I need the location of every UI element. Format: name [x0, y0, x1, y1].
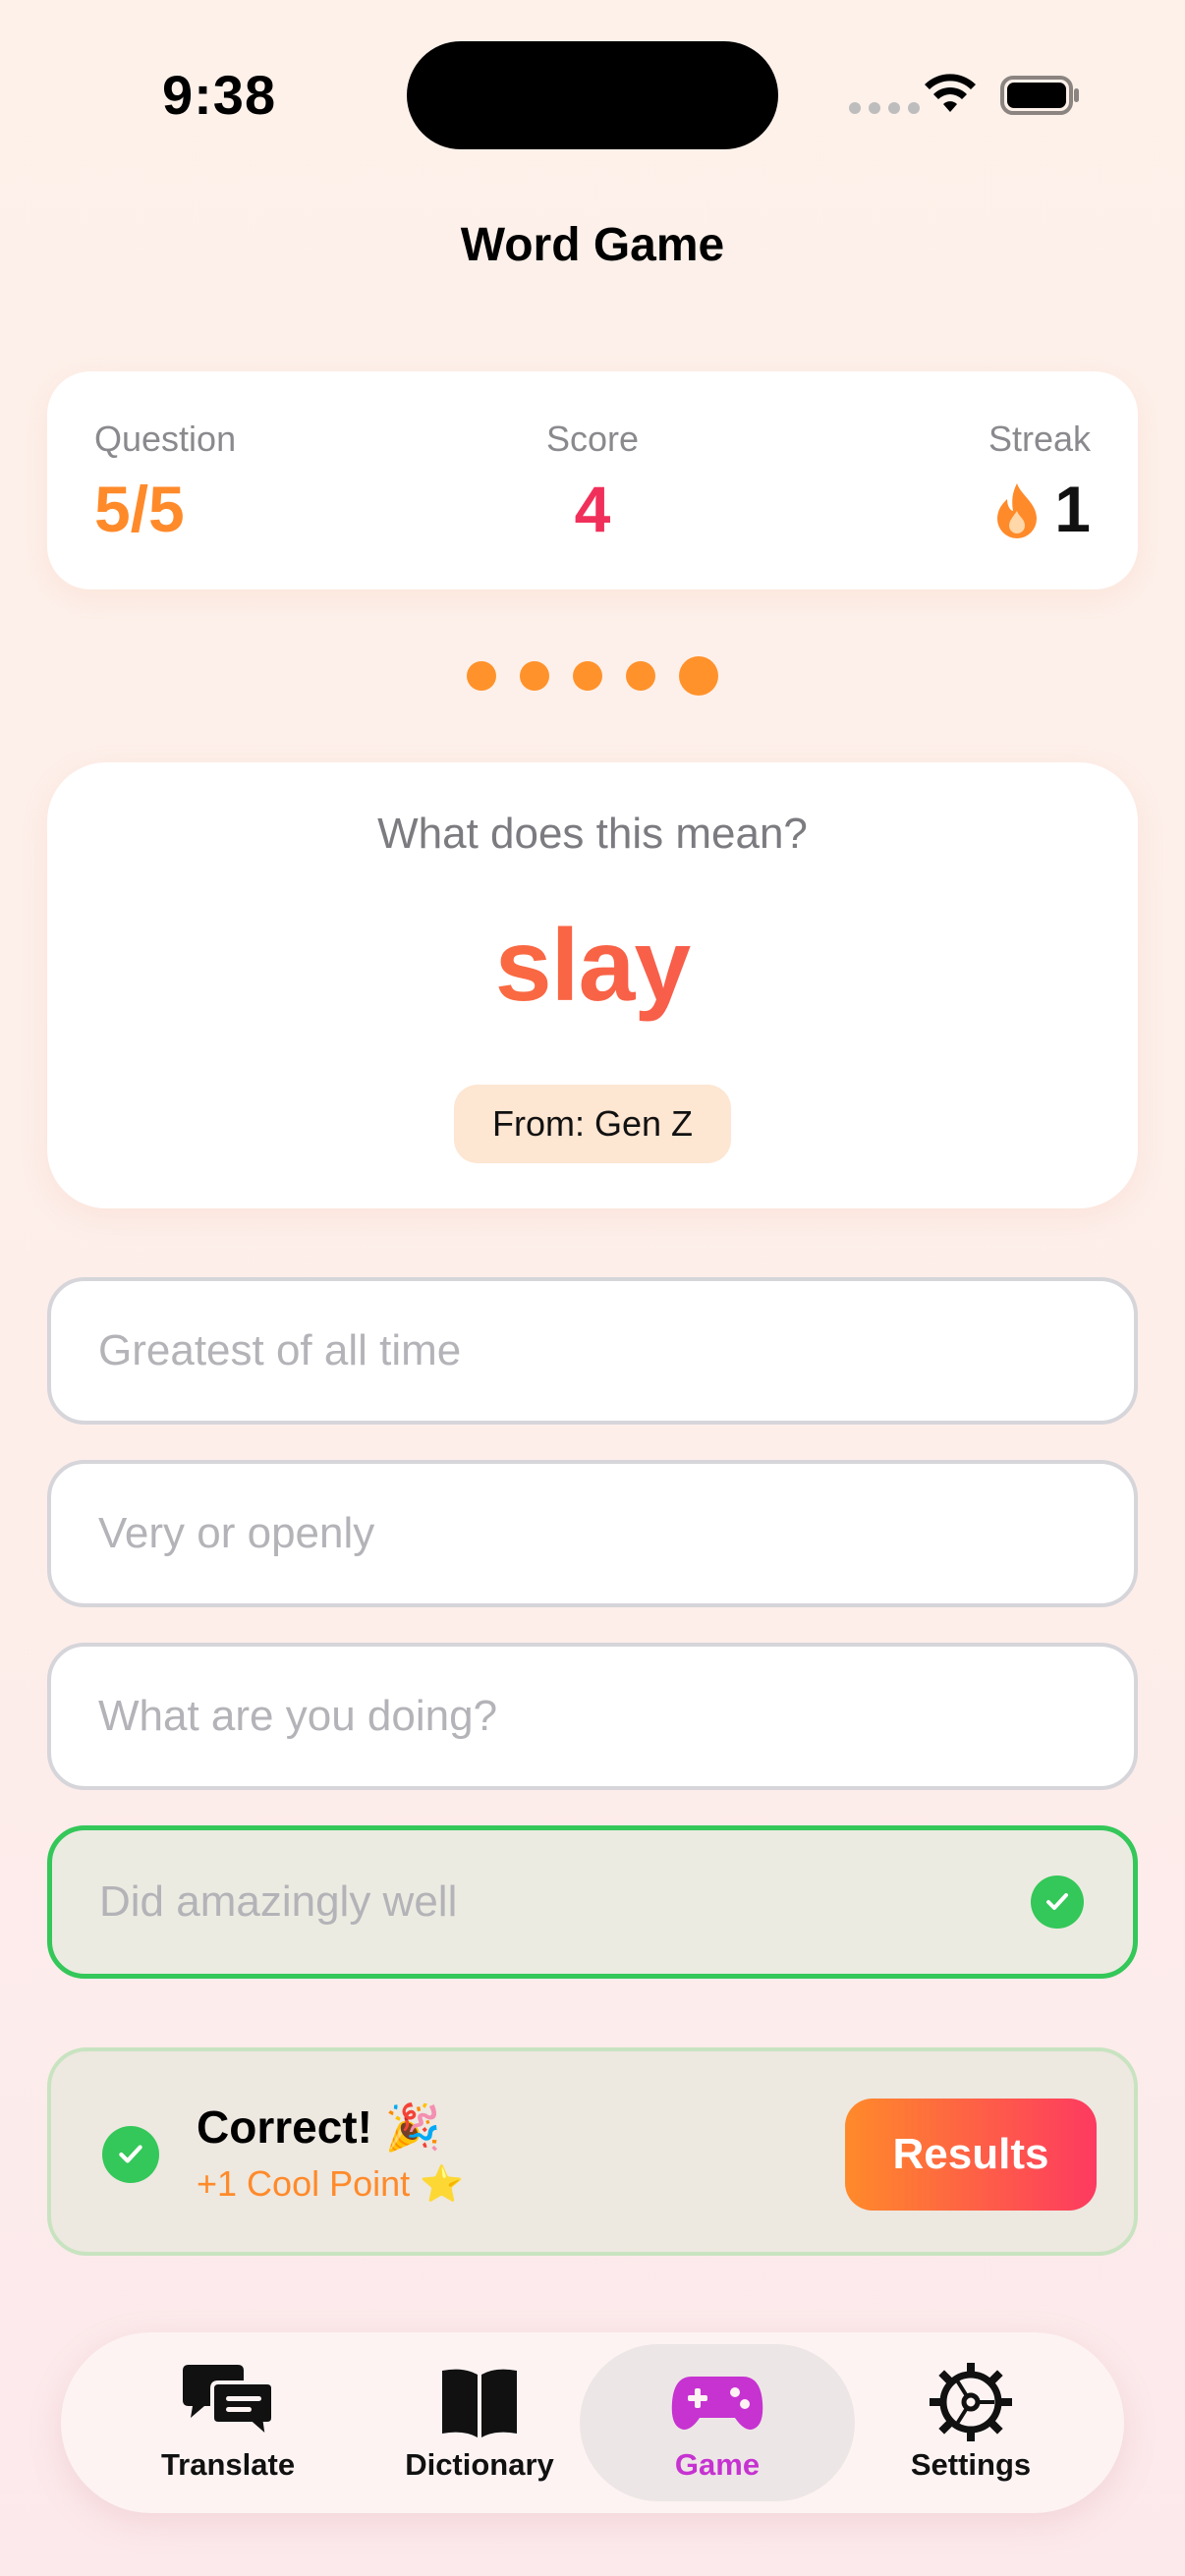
answer-option-correct[interactable]: Did amazingly well [47, 1825, 1138, 1979]
tab-settings[interactable]: Settings [833, 2344, 1108, 2501]
tab-game[interactable]: Game [580, 2344, 855, 2501]
question-prompt: What does this mean? [377, 810, 808, 858]
answer-option[interactable]: Very or openly [47, 1460, 1138, 1607]
status-time: 9:38 [162, 64, 277, 126]
checkmark-icon [1031, 1876, 1084, 1929]
score-value: 4 [574, 473, 611, 545]
streak-label: Streak [988, 419, 1091, 459]
gear-icon [930, 2363, 1012, 2441]
page-title: Word Game [460, 219, 725, 271]
tab-bar: Translate Dictionary Game Settings [61, 2332, 1124, 2513]
feedback-subtitle: +1 Cool Point ⭐ [197, 2163, 464, 2204]
tab-dictionary[interactable]: Dictionary [342, 2344, 617, 2501]
progress-dot [467, 661, 496, 691]
dynamic-island [407, 41, 778, 149]
flame-icon [997, 483, 1038, 538]
progress-dot [626, 661, 655, 691]
tab-label: Translate [160, 2447, 296, 2482]
results-button[interactable]: Results [845, 2099, 1097, 2211]
progress-dot [573, 661, 602, 691]
tab-translate[interactable]: Translate [90, 2344, 366, 2501]
checkmark-icon [102, 2126, 159, 2183]
answer-option-text: What are you doing? [98, 1692, 498, 1740]
origin-badge: From: Gen Z [454, 1085, 731, 1163]
answer-option[interactable]: Greatest of all time [47, 1277, 1138, 1425]
progress-dot [520, 661, 549, 691]
answer-option-text: Very or openly [98, 1509, 375, 1557]
stats-card: Question 5/5 Score 4 Streak 1 [47, 371, 1138, 589]
progress-dot-current [679, 656, 718, 696]
tab-label: Game [674, 2447, 761, 2482]
gamepad-icon [671, 2377, 763, 2430]
streak-value: 1 [1054, 473, 1091, 545]
cellular-signal-icon [849, 102, 920, 114]
answer-option[interactable]: What are you doing? [47, 1643, 1138, 1790]
score-label: Score [545, 419, 640, 459]
stat-score: Score 4 [47, 419, 1138, 546]
battery-icon [1000, 76, 1079, 115]
question-word: slay [47, 908, 1138, 1025]
feedback-title: Correct! 🎉 [197, 2101, 441, 2153]
stat-streak: Streak 1 [988, 419, 1091, 546]
feedback-panel: Correct! 🎉 +1 Cool Point ⭐ Results [47, 2047, 1138, 2256]
status-bar: 9:38 [0, 0, 1185, 196]
book-icon [442, 2369, 517, 2437]
answer-option-text: Did amazingly well [99, 1877, 458, 1926]
answer-option-text: Greatest of all time [98, 1326, 462, 1374]
progress-indicator [0, 656, 1185, 696]
chat-bubbles-icon [183, 2365, 275, 2441]
tab-label: Dictionary [405, 2447, 554, 2482]
tab-label: Settings [910, 2447, 1032, 2482]
wifi-icon [925, 74, 976, 112]
question-card: What does this mean? slay From: Gen Z [47, 762, 1138, 1208]
